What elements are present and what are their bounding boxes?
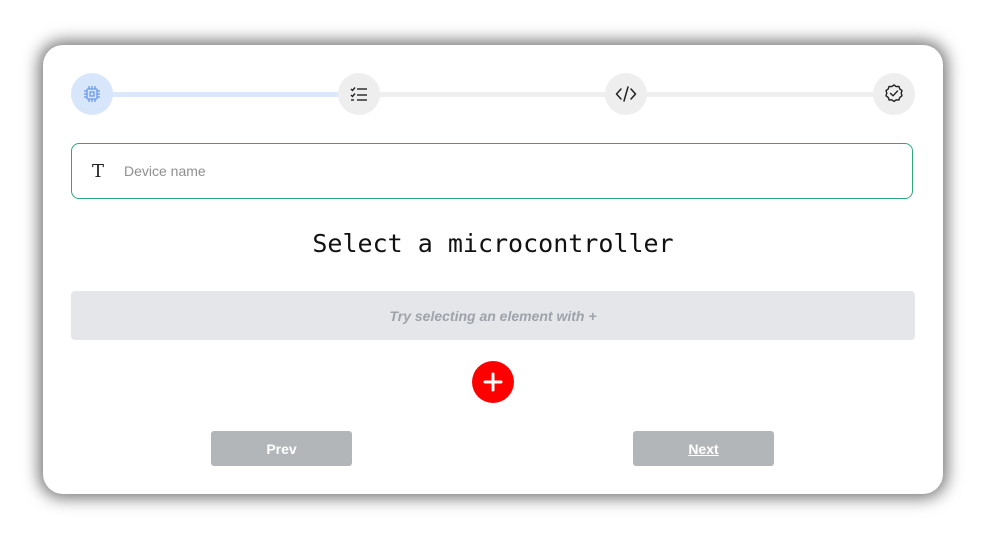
device-name-input[interactable] xyxy=(122,143,912,199)
chip-icon xyxy=(84,86,100,102)
step-connector-2 xyxy=(371,92,621,97)
step-connector-3 xyxy=(639,92,889,97)
step-code[interactable] xyxy=(605,73,647,115)
add-element-button[interactable] xyxy=(472,361,514,403)
plus-icon xyxy=(483,372,503,392)
code-icon xyxy=(615,86,637,102)
check-badge-icon xyxy=(885,84,903,103)
step-components[interactable] xyxy=(338,73,380,115)
device-name-field[interactable]: T xyxy=(71,143,913,199)
checklist-icon xyxy=(350,87,367,101)
step-connector-1 xyxy=(101,92,351,97)
text-t-icon: T xyxy=(91,160,104,182)
prev-button[interactable]: Prev xyxy=(211,431,352,466)
empty-selection-hint: Try selecting an element with + xyxy=(71,291,915,340)
step-microcontroller[interactable] xyxy=(71,73,113,115)
next-button[interactable]: Next xyxy=(633,431,774,466)
step-finish[interactable] xyxy=(873,73,915,115)
stepper xyxy=(71,73,915,115)
device-setup-card: T Select a microcontroller Try selecting… xyxy=(43,45,943,494)
page-title: Select a microcontroller xyxy=(312,229,674,258)
